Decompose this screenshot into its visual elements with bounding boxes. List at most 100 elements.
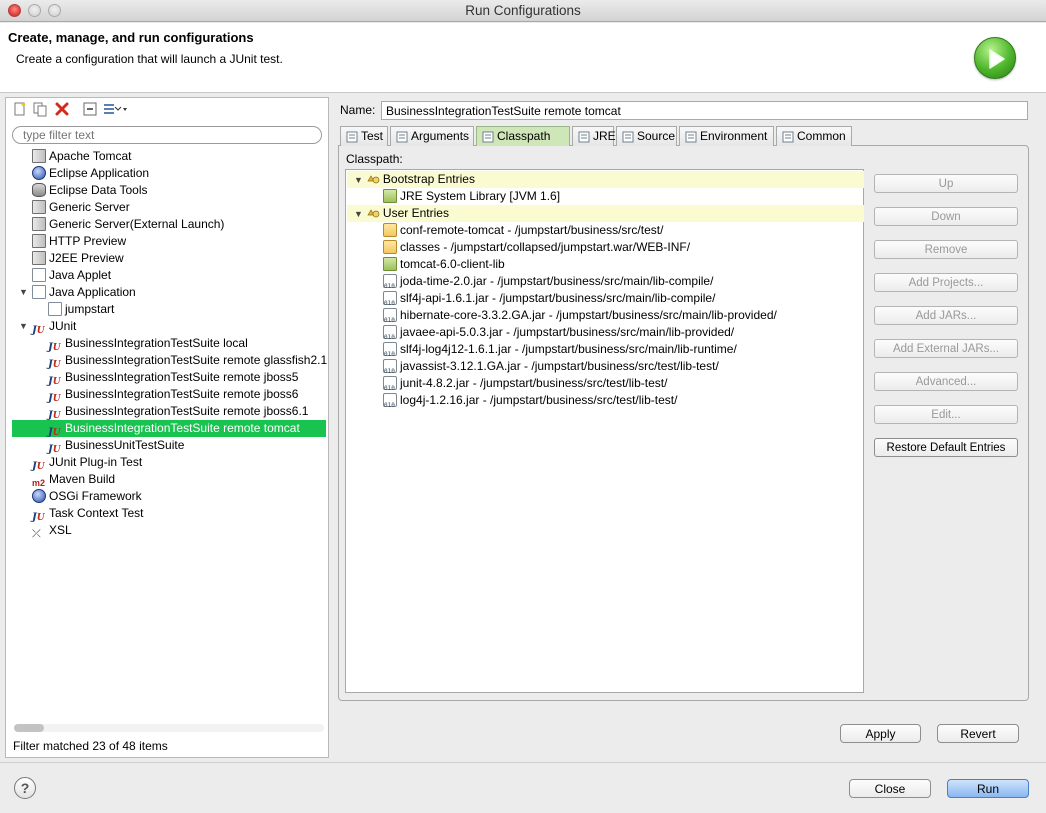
- tab-test[interactable]: Test: [340, 126, 388, 146]
- scrollbar-thumb[interactable]: [14, 724, 44, 732]
- tree-item[interactable]: ▼ JJUnit: [19, 318, 77, 336]
- classpath-entry-label: slf4j-log4j12-1.6.1.jar - /jumpstart/bus…: [400, 342, 737, 356]
- up-button[interactable]: Up: [874, 174, 1018, 193]
- tree-item-label: BusinessIntegrationTestSuite local: [65, 336, 248, 350]
- jar-icon: [383, 342, 397, 363]
- tab-arguments[interactable]: Arguments: [390, 126, 474, 146]
- tree-item[interactable]: Eclipse Application: [32, 165, 149, 182]
- help-icon[interactable]: ?: [14, 777, 36, 799]
- filter-input[interactable]: [12, 126, 322, 144]
- add-external-jars-button[interactable]: Add External JARs...: [874, 339, 1018, 358]
- jar-icon: [383, 359, 397, 380]
- tab-source[interactable]: Source: [616, 126, 677, 146]
- tree-item[interactable]: JBusinessIntegrationTestSuite remote jbo…: [48, 369, 299, 387]
- test-tab-icon: [345, 130, 359, 144]
- tree-item[interactable]: ⤫ XSL: [32, 522, 72, 540]
- classpath-entry[interactable]: hibernate-core-3.3.2.GA.jar - /jumpstart…: [383, 307, 777, 329]
- classpath-entry[interactable]: javaee-api-5.0.3.jar - /jumpstart/busine…: [383, 324, 734, 346]
- tree-item[interactable]: JTask Context Test: [32, 505, 144, 523]
- minimize-window-icon[interactable]: [28, 4, 41, 17]
- restore-default-entries-button[interactable]: Restore Default Entries: [874, 438, 1018, 457]
- classpath-entry-label: hibernate-core-3.3.2.GA.jar - /jumpstart…: [400, 308, 777, 322]
- jre-tab-icon: [577, 130, 591, 144]
- tree-item[interactable]: JBusinessIntegrationTestSuite remote jbo…: [48, 403, 308, 421]
- classpath-entry[interactable]: classes - /jumpstart/collapsed/jumpstart…: [383, 239, 690, 256]
- classpath-entry[interactable]: tomcat-6.0-client-lib: [383, 256, 505, 273]
- tree-item[interactable]: JBusinessUnitTestSuite: [48, 437, 184, 455]
- add-jars-button[interactable]: Add JARs...: [874, 306, 1018, 325]
- apply-button[interactable]: Apply: [840, 724, 921, 743]
- tree-item[interactable]: m2 Maven Build: [32, 471, 115, 488]
- classpath-group[interactable]: ▼ User Entries: [347, 205, 864, 222]
- expand-twisty-icon[interactable]: ▼: [19, 318, 28, 335]
- classpath-entry[interactable]: joda-time-2.0.jar - /jumpstart/business/…: [383, 273, 713, 295]
- classpath-entry-label: classes - /jumpstart/collapsed/jumpstart…: [400, 240, 691, 254]
- tree-horizontal-scrollbar[interactable]: [14, 724, 324, 732]
- tree-item[interactable]: JBusinessIntegrationTestSuite local: [48, 335, 248, 353]
- close-button[interactable]: Close: [849, 779, 931, 798]
- tree-item[interactable]: Eclipse Data Tools: [32, 182, 148, 199]
- classpath-entry[interactable]: JRE System Library [JVM 1.6]: [383, 188, 560, 205]
- advanced-button[interactable]: Advanced...: [874, 372, 1018, 391]
- classpath-tree[interactable]: ▼ Bootstrap Entries JRE System Library [JV…: [345, 169, 864, 693]
- classpath-entry[interactable]: slf4j-api-1.6.1.jar - /jumpstart/busines…: [383, 290, 715, 312]
- duplicate-icon[interactable]: [32, 101, 48, 117]
- run-button[interactable]: Run: [947, 779, 1029, 798]
- tab-label: Common: [797, 129, 846, 143]
- environment-tab-icon: [684, 130, 698, 144]
- tree-item[interactable]: HTTP Preview: [32, 233, 126, 250]
- server-icon: [32, 149, 46, 163]
- tree-item[interactable]: JJUnit Plug-in Test: [32, 454, 142, 472]
- tree-item[interactable]: jumpstart: [48, 301, 114, 318]
- tree-item[interactable]: Generic Server: [32, 199, 130, 216]
- new-config-icon[interactable]: [12, 101, 28, 117]
- zoom-window-icon[interactable]: [48, 4, 61, 17]
- tree-item[interactable]: J2EE Preview: [32, 250, 124, 267]
- tree-item[interactable]: Generic Server(External Launch): [32, 216, 224, 233]
- arguments-tab-icon: [395, 130, 409, 144]
- classpath-entry-label: tomcat-6.0-client-lib: [400, 257, 505, 271]
- tree-item[interactable]: Apache Tomcat: [32, 148, 132, 165]
- revert-button[interactable]: Revert: [937, 724, 1019, 743]
- tree-item[interactable]: Java Applet: [32, 267, 111, 284]
- jar-icon: [383, 376, 397, 397]
- tab-classpath[interactable]: Classpath: [476, 126, 570, 146]
- classpath-entry-label: javassist-3.12.1.GA.jar - /jumpstart/bus…: [400, 359, 719, 373]
- tree-item-label: BusinessIntegrationTestSuite remote jbos…: [65, 387, 299, 401]
- classpath-group[interactable]: ▼ Bootstrap Entries: [347, 171, 864, 188]
- expand-twisty-icon[interactable]: ▼: [354, 209, 363, 219]
- tree-item-label: Generic Server(External Launch): [49, 217, 225, 231]
- delete-icon[interactable]: [54, 101, 70, 117]
- window-titlebar: Run Configurations: [0, 0, 1046, 22]
- tree-item[interactable]: OSGi Framework: [32, 488, 142, 505]
- tree-item-label: JUnit: [49, 319, 77, 333]
- close-window-icon[interactable]: [8, 4, 21, 17]
- classpath-entry[interactable]: junit-4.8.2.jar - /jumpstart/business/sr…: [383, 375, 667, 397]
- down-button[interactable]: Down: [874, 207, 1018, 226]
- server-icon: [32, 200, 46, 214]
- jar-icon: [383, 325, 397, 346]
- tree-item[interactable]: JBusinessIntegrationTestSuite remote tom…: [12, 420, 326, 438]
- tab-label: Arguments: [411, 129, 470, 143]
- tab-common[interactable]: Common: [776, 126, 852, 146]
- tree-item-label: BusinessIntegrationTestSuite remote jbos…: [65, 370, 299, 384]
- classpath-entry[interactable]: conf-remote-tomcat - /jumpstart/business…: [383, 222, 663, 239]
- filter-icon[interactable]: [102, 101, 128, 117]
- name-field[interactable]: [381, 101, 1028, 120]
- tab-jre[interactable]: JRE: [572, 126, 616, 146]
- tree-item-label: Apache Tomcat: [49, 149, 132, 163]
- classpath-entry[interactable]: javassist-3.12.1.GA.jar - /jumpstart/bus…: [383, 358, 719, 380]
- classpath-entry[interactable]: slf4j-log4j12-1.6.1.jar - /jumpstart/bus…: [383, 341, 737, 363]
- tab-environment[interactable]: Environment: [679, 126, 774, 146]
- edit-button[interactable]: Edit...: [874, 405, 1018, 424]
- add-projects-button[interactable]: Add Projects...: [874, 273, 1018, 292]
- expand-twisty-icon[interactable]: ▼: [354, 175, 363, 185]
- expand-twisty-icon[interactable]: ▼: [19, 284, 28, 301]
- classpath-entry[interactable]: log4j-1.2.16.jar - /jumpstart/business/s…: [383, 392, 677, 414]
- tree-item[interactable]: ▼ Java Application: [19, 284, 136, 301]
- collapse-all-icon[interactable]: [82, 101, 98, 117]
- tree-item[interactable]: JBusinessIntegrationTestSuite remote jbo…: [48, 386, 299, 404]
- eclipse-icon: [32, 166, 46, 180]
- remove-button[interactable]: Remove: [874, 240, 1018, 259]
- tree-item[interactable]: JBusinessIntegrationTestSuite remote gla…: [48, 352, 327, 370]
